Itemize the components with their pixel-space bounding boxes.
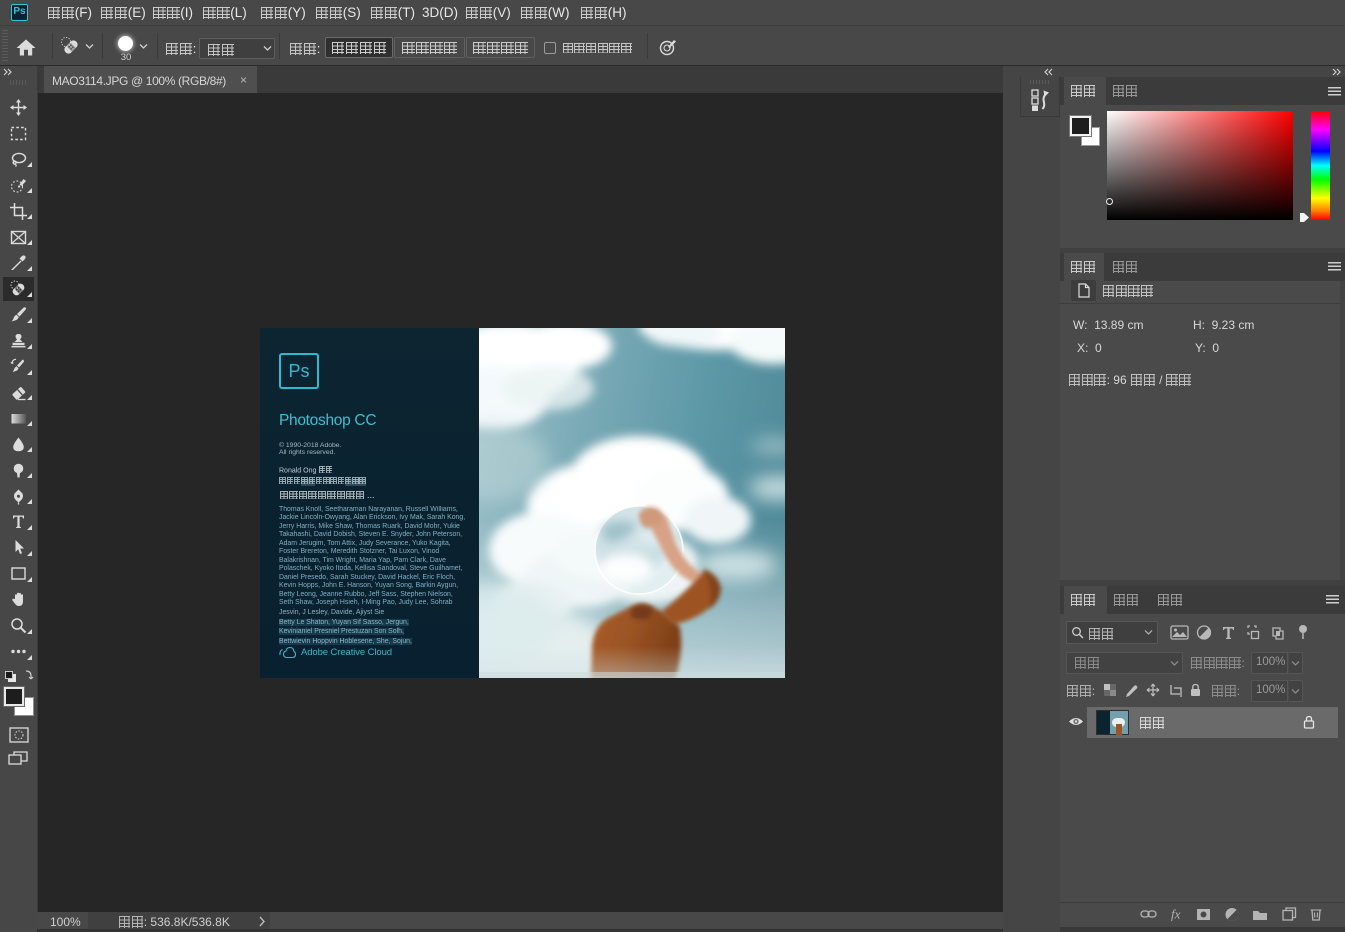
svg-text:fx: fx: [1171, 907, 1181, 922]
